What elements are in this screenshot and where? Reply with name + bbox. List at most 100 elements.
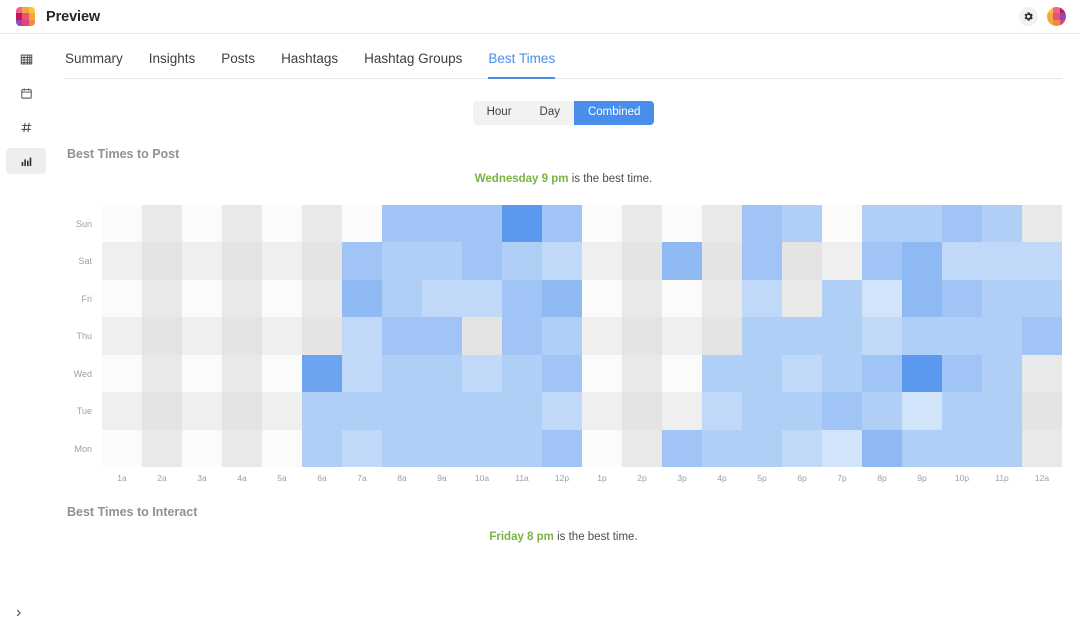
heatmap-cell[interactable] bbox=[582, 242, 622, 280]
heatmap-cell[interactable] bbox=[422, 279, 462, 318]
heatmap-cell[interactable] bbox=[462, 204, 502, 243]
heatmap-cell[interactable] bbox=[142, 392, 182, 430]
heatmap-cell[interactable] bbox=[862, 317, 902, 355]
heatmap-cell[interactable] bbox=[262, 242, 302, 280]
heatmap-cell[interactable] bbox=[862, 279, 902, 318]
heatmap-cell[interactable] bbox=[422, 354, 462, 393]
toggle-hour[interactable]: Hour bbox=[473, 101, 526, 125]
heatmap-cell[interactable] bbox=[222, 317, 262, 355]
heatmap-cell[interactable] bbox=[1022, 429, 1062, 468]
heatmap-cell[interactable] bbox=[702, 279, 742, 318]
heatmap-cell[interactable] bbox=[942, 242, 982, 280]
toggle-day[interactable]: Day bbox=[526, 101, 574, 125]
heatmap-cell[interactable] bbox=[542, 242, 582, 280]
heatmap-cell[interactable] bbox=[582, 279, 622, 318]
heatmap-cell[interactable] bbox=[1022, 242, 1062, 280]
heatmap-cell[interactable] bbox=[742, 242, 782, 280]
heatmap-cell[interactable] bbox=[662, 317, 702, 355]
heatmap-cell[interactable] bbox=[382, 392, 422, 430]
heatmap-cell[interactable] bbox=[1022, 204, 1062, 243]
heatmap-cell[interactable] bbox=[662, 204, 702, 243]
heatmap-cell[interactable] bbox=[462, 354, 502, 393]
heatmap-cell[interactable] bbox=[662, 429, 702, 468]
heatmap-cell[interactable] bbox=[422, 242, 462, 280]
heatmap-cell[interactable] bbox=[942, 204, 982, 243]
heatmap-cell[interactable] bbox=[742, 392, 782, 430]
heatmap-cell[interactable] bbox=[302, 354, 342, 393]
heatmap-cell[interactable] bbox=[382, 429, 422, 468]
heatmap-cell[interactable] bbox=[982, 429, 1022, 468]
heatmap-cell[interactable] bbox=[862, 204, 902, 243]
heatmap-cell[interactable] bbox=[182, 392, 222, 430]
heatmap-cell[interactable] bbox=[102, 392, 142, 430]
heatmap-cell[interactable] bbox=[622, 279, 662, 318]
heatmap-cell[interactable] bbox=[782, 354, 822, 393]
heatmap-cell[interactable] bbox=[982, 204, 1022, 243]
heatmap-cell[interactable] bbox=[942, 429, 982, 468]
heatmap-cell[interactable] bbox=[622, 242, 662, 280]
tab-hashtags[interactable]: Hashtags bbox=[281, 51, 338, 79]
heatmap-cell[interactable] bbox=[262, 317, 302, 355]
heatmap-cell[interactable] bbox=[742, 279, 782, 318]
heatmap-cell[interactable] bbox=[1022, 279, 1062, 318]
heatmap-cell[interactable] bbox=[982, 279, 1022, 318]
heatmap-cell[interactable] bbox=[942, 279, 982, 318]
heatmap-cell[interactable] bbox=[662, 392, 702, 430]
heatmap-cell[interactable] bbox=[982, 242, 1022, 280]
heatmap-cell[interactable] bbox=[142, 204, 182, 243]
heatmap-cell[interactable] bbox=[822, 204, 862, 243]
heatmap-cell[interactable] bbox=[942, 392, 982, 430]
heatmap-cell[interactable] bbox=[342, 279, 382, 318]
heatmap-cell[interactable] bbox=[702, 429, 742, 468]
heatmap-cell[interactable] bbox=[302, 242, 342, 280]
heatmap-cell[interactable] bbox=[382, 317, 422, 355]
heatmap-cell[interactable] bbox=[902, 279, 942, 318]
heatmap-cell[interactable] bbox=[542, 204, 582, 243]
heatmap-cell[interactable] bbox=[542, 392, 582, 430]
heatmap-cell[interactable] bbox=[302, 317, 342, 355]
tab-hashtag-groups[interactable]: Hashtag Groups bbox=[364, 51, 462, 79]
heatmap-cell[interactable] bbox=[182, 279, 222, 318]
sidebar-item-grid[interactable] bbox=[6, 46, 46, 72]
heatmap-cell[interactable] bbox=[702, 354, 742, 393]
heatmap-cell[interactable] bbox=[502, 354, 542, 393]
heatmap-cell[interactable] bbox=[342, 204, 382, 243]
heatmap-cell[interactable] bbox=[542, 354, 582, 393]
heatmap-cell[interactable] bbox=[542, 429, 582, 468]
heatmap-cell[interactable] bbox=[942, 354, 982, 393]
heatmap-cell[interactable] bbox=[462, 392, 502, 430]
heatmap-cell[interactable] bbox=[462, 429, 502, 468]
heatmap-cell[interactable] bbox=[342, 429, 382, 468]
heatmap-cell[interactable] bbox=[262, 354, 302, 393]
gear-icon[interactable] bbox=[1019, 7, 1038, 26]
heatmap-cell[interactable] bbox=[782, 317, 822, 355]
heatmap-cell[interactable] bbox=[422, 392, 462, 430]
heatmap-cell[interactable] bbox=[702, 204, 742, 243]
heatmap-cell[interactable] bbox=[262, 392, 302, 430]
heatmap-cell[interactable] bbox=[582, 317, 622, 355]
heatmap-cell[interactable] bbox=[182, 354, 222, 393]
tab-posts[interactable]: Posts bbox=[221, 51, 255, 79]
heatmap-cell[interactable] bbox=[982, 354, 1022, 393]
heatmap-cell[interactable] bbox=[702, 317, 742, 355]
heatmap-cell[interactable] bbox=[222, 242, 262, 280]
heatmap-cell[interactable] bbox=[822, 317, 862, 355]
heatmap-cell[interactable] bbox=[822, 279, 862, 318]
heatmap-cell[interactable] bbox=[782, 429, 822, 468]
heatmap-cell[interactable] bbox=[102, 242, 142, 280]
heatmap-cell[interactable] bbox=[782, 279, 822, 318]
heatmap-cell[interactable] bbox=[862, 242, 902, 280]
sidebar-item-calendar[interactable] bbox=[6, 80, 46, 106]
toggle-combined[interactable]: Combined bbox=[573, 101, 655, 125]
heatmap-cell[interactable] bbox=[862, 429, 902, 468]
heatmap-cell[interactable] bbox=[182, 429, 222, 468]
tab-summary[interactable]: Summary bbox=[65, 51, 123, 79]
heatmap-cell[interactable] bbox=[502, 317, 542, 355]
heatmap-cell[interactable] bbox=[902, 317, 942, 355]
heatmap-cell[interactable] bbox=[342, 392, 382, 430]
heatmap-cell[interactable] bbox=[142, 279, 182, 318]
heatmap-cell[interactable] bbox=[902, 242, 942, 280]
heatmap-cell[interactable] bbox=[902, 392, 942, 430]
heatmap-cell[interactable] bbox=[422, 429, 462, 468]
heatmap-cell[interactable] bbox=[502, 392, 542, 430]
